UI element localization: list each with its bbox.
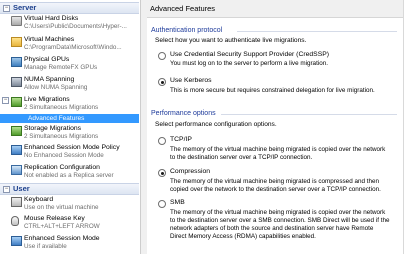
description-line: Direct Memory Access (RDMA) capabilities…	[170, 233, 316, 240]
compression-radio[interactable]	[158, 169, 166, 177]
tree-item-detail: Use if available	[24, 243, 67, 250]
user-category[interactable]: − User	[0, 183, 139, 195]
tree-item-advanced-features[interactable]: Advanced Features	[0, 114, 139, 123]
tree-item-detail: C:\ProgramData\Microsoft\Windo...	[24, 44, 122, 51]
tree-item-detail: Not enabled as a Replica server	[24, 172, 114, 179]
description-line: The memory of the virtual machine being …	[170, 146, 386, 153]
tree-item-detail: Use on the virtual machine	[24, 204, 99, 211]
tree-item-title: Virtual Hard Disks	[24, 15, 79, 22]
tree-item-title: Physical GPUs	[24, 56, 70, 63]
tree-item-mouse-release-key[interactable]: Mouse Release Key CTRL+ALT+LEFT ARROW	[0, 214, 139, 232]
compression-description: The memory of the virtual machine being …	[170, 178, 398, 194]
perf-section-heading: Performance options	[151, 110, 216, 117]
tree-item-title: Virtual Machines	[24, 36, 75, 43]
replication-icon	[11, 165, 22, 175]
credssp-description: You must log on to the server to perform…	[170, 60, 398, 68]
tree-item-detail: Allow NUMA Spanning	[24, 84, 88, 91]
section-divider	[221, 114, 397, 115]
folder-icon	[11, 37, 22, 47]
tree-item-title: Advanced Features	[28, 115, 85, 122]
live-migration-icon	[11, 97, 22, 107]
tree-item-title: NUMA Spanning	[24, 76, 75, 83]
tree-item-enhanced-session-mode[interactable]: Enhanced Session Mode Use if available	[0, 234, 139, 252]
smb-description: The memory of the virtual machine being …	[170, 209, 398, 241]
tree-item-physical-gpus[interactable]: Physical GPUs Manage RemoteFX GPUs	[0, 55, 139, 73]
panel-title: Advanced Features	[150, 4, 216, 13]
compression-label[interactable]: Compression	[170, 168, 210, 175]
tree-item-storage-migrations[interactable]: Storage Migrations 2 Simultaneous Migrat…	[0, 124, 139, 142]
tree-item-detail: CTRL+ALT+LEFT ARROW	[24, 223, 100, 230]
tree-item-replication-configuration[interactable]: Replication Configuration Not enabled as…	[0, 163, 139, 181]
tree-item-virtual-hard-disks[interactable]: Virtual Hard Disks C:\Users\Public\Docum…	[0, 14, 139, 32]
kerberos-label[interactable]: Use Kerberos	[170, 77, 212, 84]
description-line: copied over the network to the destinati…	[170, 186, 381, 193]
tree-item-keyboard[interactable]: Keyboard Use on the virtual machine	[0, 195, 139, 213]
gpu-icon	[11, 57, 22, 67]
perf-prompt: Select performance configuration options…	[155, 121, 277, 128]
tree-item-title: Enhanced Session Mode	[24, 235, 100, 242]
auth-prompt: Select how you want to authenticate live…	[155, 37, 307, 44]
user-category-label: User	[13, 184, 30, 193]
tree-item-detail: C:\Users\Public\Documents\Hyper-...	[24, 23, 127, 30]
numa-icon	[11, 77, 22, 87]
details-panel: Advanced Features Authentication protoco…	[147, 0, 404, 254]
enhanced-session-icon	[11, 236, 22, 246]
smb-label[interactable]: SMB	[170, 199, 185, 206]
description-line: network adapters of both the source and …	[170, 225, 374, 232]
collapse-icon[interactable]: −	[3, 5, 10, 12]
description-line: You must log on to the server to perform…	[170, 60, 328, 67]
tree-item-title: Storage Migrations	[24, 125, 82, 132]
tree-item-detail: 2 Simultaneous Migrations	[24, 133, 99, 140]
description-line: The memory of the virtual machine being …	[170, 209, 386, 216]
credssp-label[interactable]: Use Credential Security Support Provider…	[170, 51, 329, 58]
settings-window: − Server Virtual Hard Disks C:\Users\Pub…	[0, 0, 404, 254]
panel-header: Advanced Features	[147, 0, 403, 18]
section-divider	[237, 31, 397, 32]
tree-item-title: Live Migrations	[24, 96, 70, 103]
tree-item-title: Enhanced Session Mode Policy	[24, 144, 120, 151]
tree-item-enhanced-session-mode-policy[interactable]: Enhanced Session Mode Policy No Enhanced…	[0, 143, 139, 161]
hard-disk-icon	[11, 16, 22, 26]
tcpip-radio[interactable]	[158, 137, 166, 145]
tree-item-live-migrations[interactable]: − Live Migrations 2 Simultaneous Migrati…	[0, 95, 139, 113]
credssp-radio[interactable]	[158, 52, 166, 60]
server-category[interactable]: − Server	[0, 2, 139, 14]
tree-item-detail: 2 Simultaneous Migrations	[24, 104, 99, 111]
tree-item-numa-spanning[interactable]: NUMA Spanning Allow NUMA Spanning	[0, 75, 139, 93]
description-line: This is more secure but requires constra…	[170, 87, 375, 94]
mouse-icon	[11, 216, 19, 226]
auth-section-heading: Authentication protocol	[151, 27, 223, 34]
tcpip-description: The memory of the virtual machine being …	[170, 146, 398, 162]
description-line: The memory of the virtual machine being …	[170, 178, 379, 185]
enhanced-session-icon	[11, 145, 22, 155]
keyboard-icon	[11, 197, 22, 207]
description-line: to the destination server over a SMB con…	[170, 217, 390, 224]
collapse-icon[interactable]: −	[3, 186, 10, 193]
tree-item-virtual-machines[interactable]: Virtual Machines C:\ProgramData\Microsof…	[0, 35, 139, 53]
storage-migration-icon	[11, 126, 22, 136]
tree-item-detail: Manage RemoteFX GPUs	[24, 64, 98, 71]
tree-item-title: Mouse Release Key	[24, 215, 85, 222]
tree-item-detail: No Enhanced Session Mode	[24, 152, 104, 159]
tree-item-title: Replication Configuration	[24, 164, 100, 171]
smb-radio[interactable]	[158, 200, 166, 208]
server-category-label: Server	[13, 3, 37, 12]
kerberos-description: This is more secure but requires constra…	[170, 87, 398, 95]
tree-item-title: Keyboard	[24, 196, 54, 203]
collapse-icon[interactable]: −	[2, 97, 9, 104]
description-line: to the destination server over a TCP/IP …	[170, 154, 313, 161]
kerberos-radio[interactable]	[158, 78, 166, 86]
settings-tree: − Server Virtual Hard Disks C:\Users\Pub…	[0, 0, 140, 254]
tcpip-label[interactable]: TCP/IP	[170, 136, 192, 143]
